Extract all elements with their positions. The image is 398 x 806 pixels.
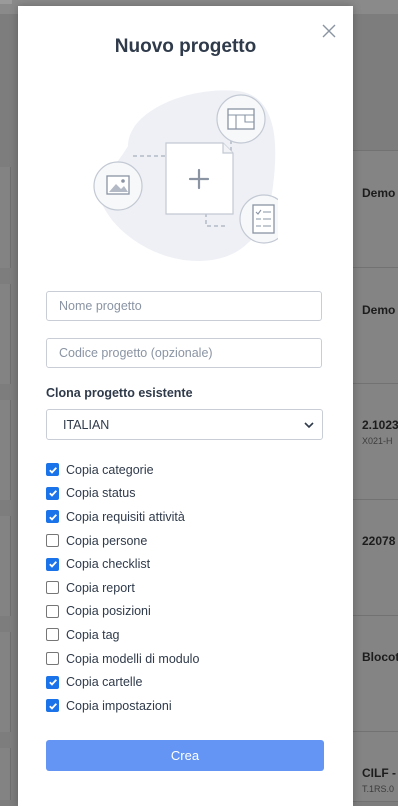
checkmark-icon — [48, 679, 57, 686]
option-label: Copia posizioni — [66, 604, 151, 619]
clone-project-selected-value: ITALIAN — [63, 418, 110, 432]
background-card-subtitle: X021-H — [362, 436, 393, 446]
checkmark-icon — [48, 490, 57, 498]
checkbox[interactable] — [46, 534, 59, 548]
clone-project-label: Clona progetto esistente — [46, 386, 193, 400]
option-copy-form-templates[interactable]: Copia modelli di modulo — [46, 647, 199, 671]
option-label: Copia tag — [66, 627, 120, 642]
option-label: Copia status — [66, 486, 136, 501]
create-button[interactable]: Crea — [46, 740, 324, 771]
option-copy-checklist[interactable]: Copia checklist — [46, 552, 199, 576]
checkbox[interactable] — [46, 699, 59, 713]
background-card-title: CILF - — [362, 766, 396, 780]
checkbox[interactable] — [46, 652, 59, 666]
option-copy-tag[interactable]: Copia tag — [46, 623, 199, 647]
modal-title: Nuovo progetto — [114, 36, 257, 57]
background-card-subtitle: T.1RS.0 — [362, 784, 395, 794]
background-card-left — [0, 167, 11, 268]
checkbox[interactable] — [46, 510, 59, 524]
checkbox[interactable] — [46, 557, 59, 571]
background-card-title: Demo — [362, 186, 396, 200]
checkbox[interactable] — [46, 463, 59, 477]
background-project-card: 22078 — [353, 499, 398, 617]
checkmark-icon — [48, 561, 57, 568]
new-project-modal: Nuovo progetto Nome progetto Codice prog… — [18, 6, 353, 806]
option-copy-status[interactable]: Copia status — [46, 482, 199, 506]
checkbox[interactable] — [46, 486, 59, 500]
chevron-down-icon — [304, 422, 314, 429]
background-card-left — [0, 400, 11, 500]
project-illustration — [88, 86, 289, 271]
option-label: Copia cartelle — [66, 675, 143, 690]
background-card-title: Blocot — [362, 650, 398, 664]
option-label: Copia categorie — [66, 462, 154, 477]
option-copy-report[interactable]: Copia report — [46, 576, 199, 600]
option-copy-activity-requirements[interactable]: Copia requisiti attività — [46, 505, 199, 529]
checkbox[interactable] — [46, 675, 59, 689]
background-card-title: Demo — [362, 303, 396, 317]
option-copy-positions[interactable]: Copia posizioni — [46, 600, 199, 624]
option-label: Copia persone — [66, 533, 148, 548]
background-tab — [0, 0, 12, 4]
background-card-left — [0, 748, 11, 800]
option-label: Copia checklist — [66, 557, 151, 572]
checkbox[interactable] — [46, 604, 59, 618]
background-project-card: 2.1023 X021-H — [353, 383, 398, 501]
background-card-title: 22078 — [362, 534, 396, 548]
background-project-card: CILF - T.1RS.0 — [353, 731, 398, 802]
background-project-card: Blocot — [353, 615, 398, 733]
option-label: Copia requisiti attività — [66, 509, 185, 524]
background-card-title: 2.1023 — [362, 418, 398, 432]
background-project-card: Demo — [353, 267, 398, 385]
checkmark-icon — [48, 466, 57, 474]
option-copy-categories[interactable]: Copia categorie — [46, 458, 199, 482]
background-card-left — [0, 284, 11, 384]
option-label: Copia report — [66, 580, 135, 595]
project-code-input[interactable] — [46, 338, 322, 368]
background-card-left — [0, 632, 11, 732]
checkmark-icon — [48, 514, 57, 521]
checkmark-icon — [48, 702, 57, 710]
layout-icon — [216, 94, 266, 144]
checkbox[interactable] — [46, 581, 59, 595]
clone-project-select[interactable]: ITALIAN — [46, 409, 323, 440]
background-project-card: Demo — [353, 150, 398, 269]
copy-options-list: Copia categorie Copia status Copia requi… — [46, 458, 199, 718]
option-label: Copia impostazioni — [66, 698, 172, 713]
project-name-input[interactable] — [46, 291, 322, 321]
option-copy-people[interactable]: Copia persone — [46, 529, 199, 553]
option-copy-folders[interactable]: Copia cartelle — [46, 670, 199, 694]
document-plus-icon — [165, 142, 234, 215]
image-icon — [93, 161, 143, 211]
background-card-left — [0, 516, 11, 616]
option-label: Copia modelli di modulo — [66, 651, 200, 666]
option-copy-settings[interactable]: Copia impostazioni — [46, 694, 199, 718]
checkbox[interactable] — [46, 628, 59, 642]
